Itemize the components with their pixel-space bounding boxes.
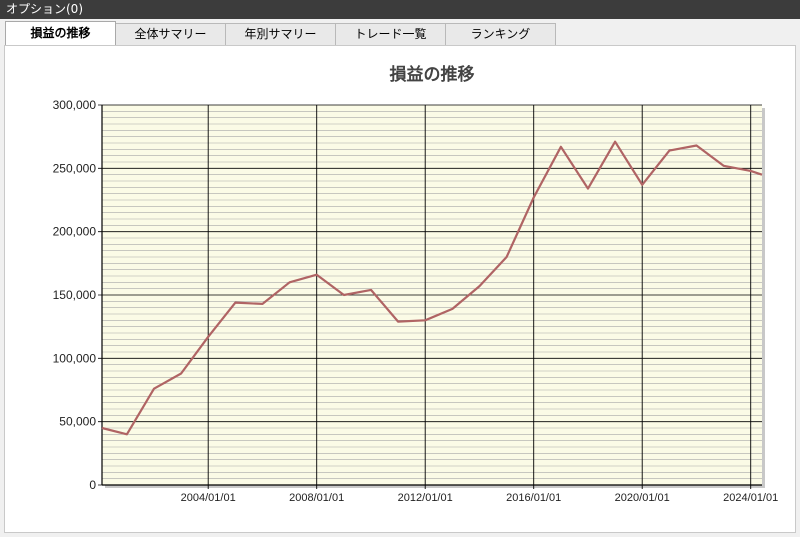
y-tick-label: 100,000: [53, 351, 97, 365]
x-tick-label: 2008/01/01: [289, 492, 344, 504]
y-tick-label: 50,000: [59, 415, 96, 429]
y-tick-label: 250,000: [53, 161, 97, 175]
profit-line-chart: 0 50,000 100,000 150,000 200,000 250,000 300,0…: [53, 64, 779, 504]
x-tick-label: 2004/01/01: [181, 492, 236, 504]
chart-title: 損益の推移: [390, 64, 475, 85]
tab-profit-transition[interactable]: 損益の推移: [5, 21, 116, 45]
chart-panel: 0 50,000 100,000 150,000 200,000 250,000 300,0…: [4, 45, 796, 533]
x-tick-label: 2024/01/01: [723, 492, 778, 504]
tab-overall-summary[interactable]: 全体サマリー: [115, 23, 226, 45]
x-tick-label: 2020/01/01: [615, 492, 670, 504]
y-tick-label: 200,000: [53, 225, 97, 239]
window-titlebar: オプション(0): [0, 0, 800, 19]
x-tick-label: 2016/01/01: [506, 492, 561, 504]
tab-ranking[interactable]: ランキング: [445, 23, 556, 45]
tab-yearly-summary[interactable]: 年別サマリー: [225, 23, 336, 45]
x-tick-label: 2012/01/01: [398, 492, 453, 504]
y-tick-label: 300,000: [53, 98, 97, 112]
tab-bar: 損益の推移 全体サマリー 年別サマリー トレード一覧 ランキング: [5, 21, 556, 45]
y-tick-label: 150,000: [53, 288, 97, 302]
window-title: オプション(0): [6, 2, 83, 16]
tab-trade-list[interactable]: トレード一覧: [335, 23, 446, 45]
y-tick-label: 0: [89, 478, 96, 492]
